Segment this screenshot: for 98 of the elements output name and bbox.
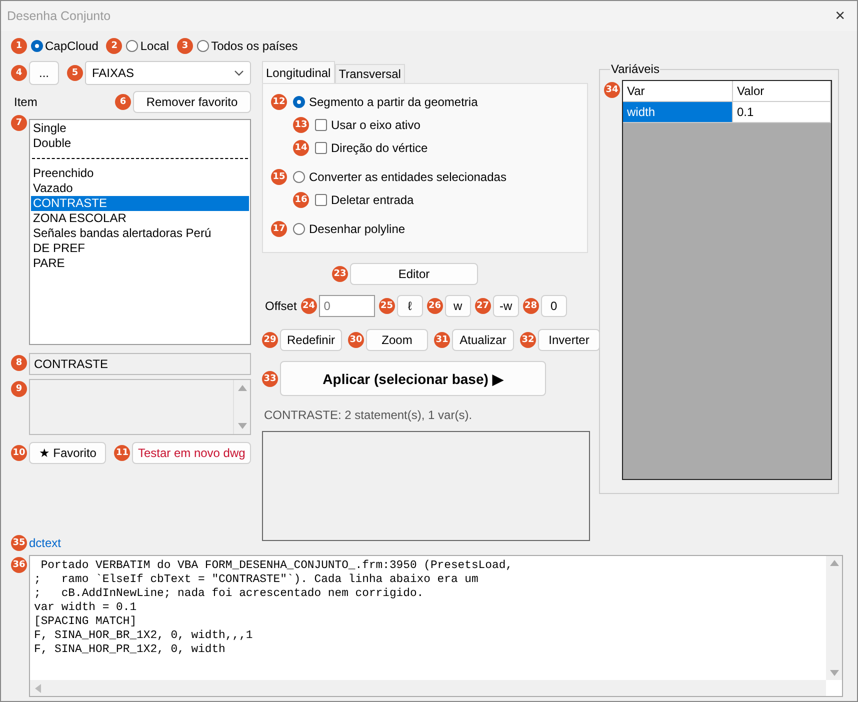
favorite-button[interactable]: ★ Favorito <box>29 442 106 464</box>
list-item[interactable]: DE PREF <box>31 241 249 256</box>
apply-button[interactable]: Aplicar (selecionar base) ▶ <box>280 361 546 396</box>
number-marker: 15 <box>271 168 287 184</box>
checkbox[interactable] <box>315 118 327 130</box>
code-line: ; cB.AddInNewLine; nada foi acrescentado nem corrigido. <box>34 587 425 601</box>
number-marker: 2 <box>106 38 122 54</box>
option-label: Desenhar polyline <box>309 222 406 236</box>
radio-button[interactable] <box>293 170 305 182</box>
status-text: CONTRASTE: 2 statement(s), 1 var(s). <box>263 408 474 422</box>
offset-button[interactable]: -w <box>492 295 519 317</box>
number-marker: 11 <box>114 445 130 461</box>
list-item[interactable]: Single <box>31 121 249 136</box>
radio-button[interactable] <box>293 96 305 108</box>
option-label: Deletar entrada <box>331 192 414 206</box>
number-marker: 23 <box>332 266 348 282</box>
number-marker: 10 <box>11 445 27 461</box>
list-item[interactable]: CONTRASTE <box>31 196 249 211</box>
radio-label: Todos os países <box>211 39 298 53</box>
number-marker: 26 <box>426 298 443 314</box>
tab[interactable]: Longitudinal <box>262 61 335 83</box>
action-button[interactable]: Zoom <box>366 329 428 351</box>
number-marker: 27 <box>474 298 491 314</box>
test-button[interactable]: Testar em novo dwg <box>132 442 251 464</box>
option-label: Segmento a partir da geometria <box>309 94 478 108</box>
radio-button[interactable] <box>31 40 43 52</box>
number-marker: 7 <box>11 115 27 131</box>
list-item[interactable]: ZONA ESCOLAR <box>31 211 249 226</box>
number-marker: 1 <box>11 38 27 54</box>
number-marker: 9 <box>11 381 27 397</box>
table-cell[interactable]: 0.1 <box>733 102 831 123</box>
offset-label: Offset <box>264 299 297 313</box>
number-marker: 6 <box>115 94 131 110</box>
code-line: var width = 0.1 <box>34 601 138 615</box>
number-marker: 14 <box>293 140 309 156</box>
action-button[interactable]: Redefinir <box>280 329 342 351</box>
radio-button[interactable] <box>126 40 138 52</box>
list-item[interactable]: Vazado <box>31 181 249 196</box>
code-editor[interactable] <box>29 555 843 697</box>
number-marker: 31 <box>434 332 450 348</box>
number-marker: 12 <box>271 94 287 110</box>
code-line: F, SINA_HOR_PR_1X2, 0, width <box>34 643 226 657</box>
column-header[interactable]: Valor <box>733 81 831 102</box>
number-marker: 25 <box>378 298 395 314</box>
number-marker: 30 <box>348 332 364 348</box>
checkbox[interactable] <box>315 194 327 206</box>
offset-field[interactable]: 0 <box>318 295 375 317</box>
number-marker: 32 <box>520 332 536 348</box>
chevron-down-icon <box>234 70 244 76</box>
list-item[interactable]: Preenchido <box>31 166 249 181</box>
option-label: Usar o eixo ativo <box>331 118 420 132</box>
number-marker: 3 <box>177 38 194 54</box>
number-marker: 33 <box>262 370 278 386</box>
offset-button[interactable]: 0 <box>540 295 567 317</box>
action-button[interactable]: Atualizar <box>452 329 514 351</box>
number-marker: 24 <box>300 298 317 314</box>
number-marker: 16 <box>293 192 309 208</box>
table-cell[interactable]: width <box>623 102 733 123</box>
name-field[interactable]: CONTRASTE <box>29 353 251 375</box>
list-item[interactable]: PARE <box>31 256 249 271</box>
number-marker: 4 <box>11 65 27 81</box>
number-marker: 17 <box>271 220 287 236</box>
number-marker: 8 <box>11 355 27 371</box>
list-item[interactable]: Double <box>31 136 249 151</box>
code-line: ; ramo `ElseIf cbText = "CONTRASTE"`). Cada linha abaixo era um <box>34 573 480 587</box>
number-marker: 13 <box>293 116 309 132</box>
window-title: Desenha Conjunto <box>7 9 111 23</box>
option-label: Converter as entidades selecionadas <box>309 170 506 184</box>
editor-button[interactable]: Editor <box>350 263 478 285</box>
code-line: Portado VERBATIM do VBA FORM_DESENHA_CONJUNTO_.frm:3950 (PresetsLoad, <box>40 559 514 573</box>
radio-button[interactable] <box>293 222 305 234</box>
radio-label: CapCloud <box>45 39 98 53</box>
browse-button[interactable]: ... <box>29 61 59 85</box>
radio-label: Local <box>140 39 170 53</box>
radio-button[interactable] <box>197 40 210 52</box>
checkbox[interactable] <box>315 142 327 154</box>
tab[interactable]: Transversal <box>334 64 405 83</box>
offset-button[interactable]: ℓ <box>396 295 423 317</box>
number-marker: 29 <box>262 332 278 348</box>
number-marker: 35 <box>11 535 27 551</box>
number-marker: 5 <box>67 65 83 81</box>
group-title: Variáveis <box>610 62 660 76</box>
item-label: Item <box>13 95 38 109</box>
column-header[interactable]: Var <box>623 81 733 102</box>
close-button[interactable]: × <box>829 6 851 26</box>
offset-button[interactable]: w <box>444 295 471 317</box>
action-button[interactable]: Inverter <box>538 329 600 351</box>
number-marker: 36 <box>11 557 27 573</box>
list-item[interactable]: Señales bandas alertadoras Perú <box>31 226 249 241</box>
option-label: Direção do vértice <box>331 140 428 154</box>
scrollbar[interactable] <box>30 680 826 696</box>
number-marker: 28 <box>522 298 539 314</box>
remove-favorite-button[interactable]: Remover favorito <box>133 91 251 113</box>
code-line: F, SINA_HOR_BR_1X2, 0, width,,,1 <box>34 629 254 643</box>
code-line: [SPACING MATCH] <box>34 615 138 629</box>
number-marker: 34 <box>604 82 620 98</box>
category-dropdown[interactable]: FAIXAS <box>85 61 251 85</box>
dctext-link[interactable]: dctext <box>29 536 62 550</box>
